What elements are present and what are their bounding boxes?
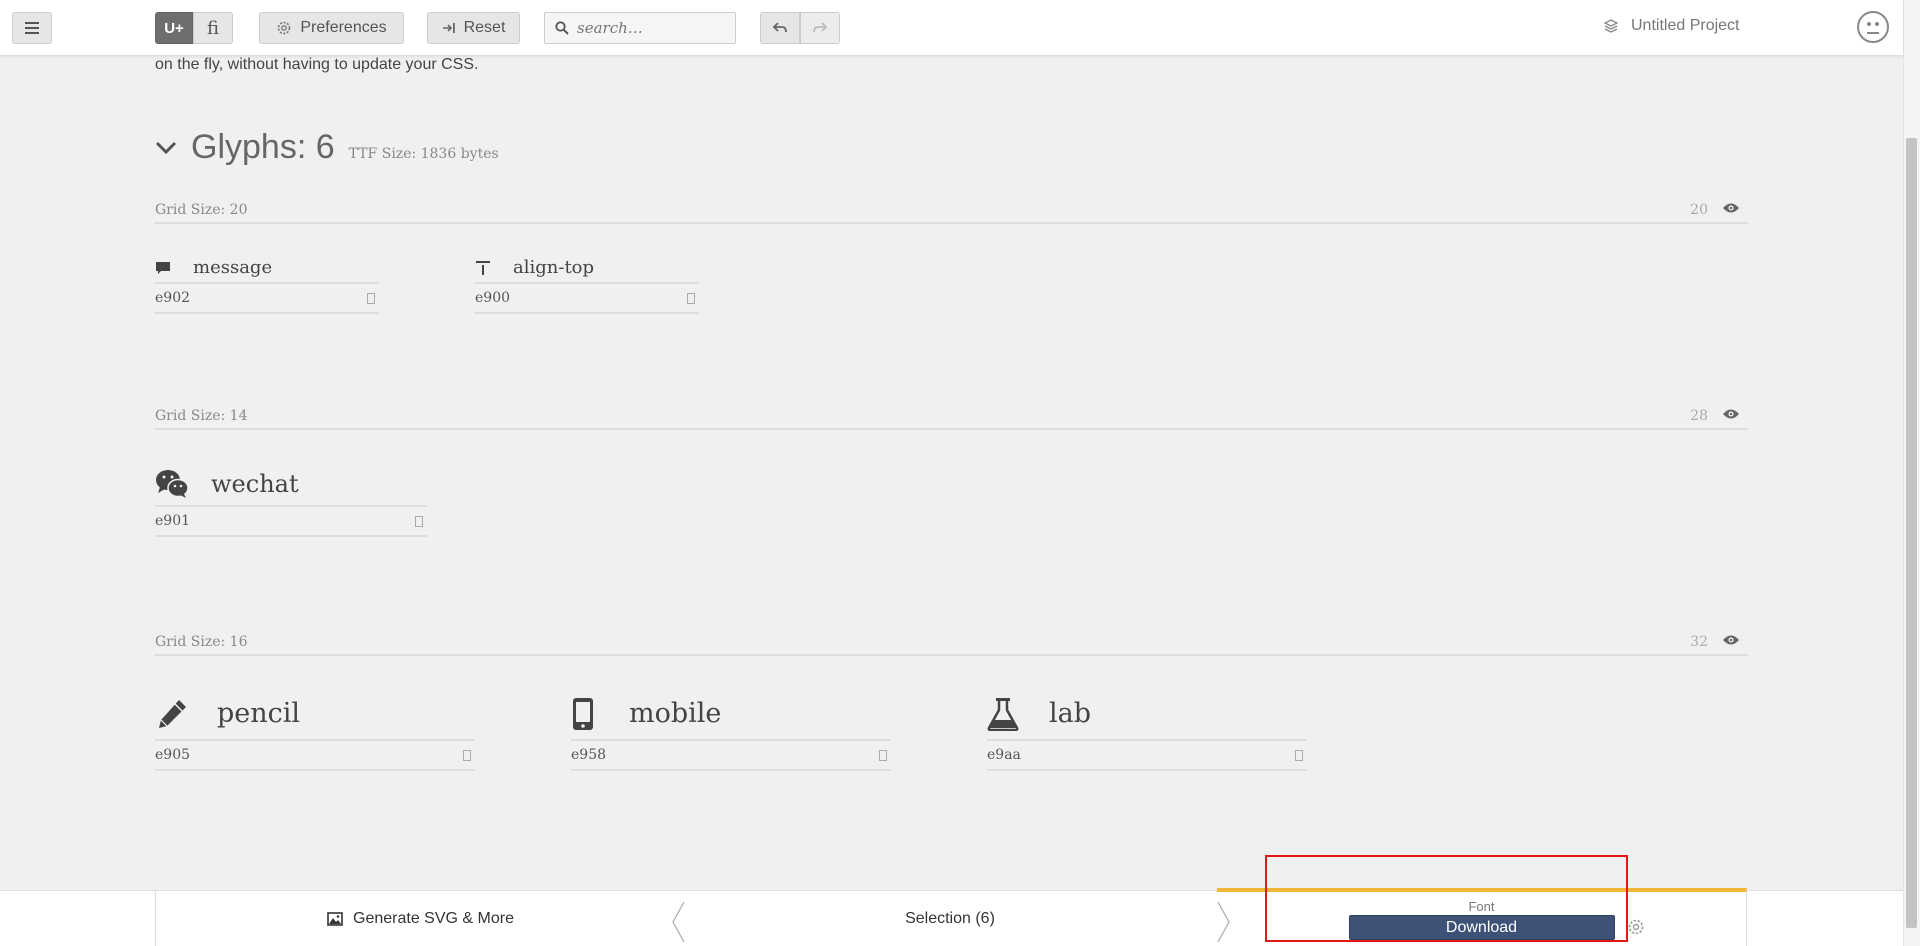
glyph-code[interactable]: e905 bbox=[155, 741, 475, 771]
eye-icon[interactable] bbox=[1722, 408, 1740, 420]
glyph-item[interactable]: pencil e905 bbox=[155, 688, 475, 771]
glyph-code[interactable]: e902 bbox=[155, 284, 379, 314]
eye-icon[interactable] bbox=[1722, 634, 1740, 646]
glyph-item[interactable]: mobile e958 bbox=[571, 688, 891, 771]
user-avatar-icon[interactable] bbox=[1857, 11, 1889, 43]
ligature-mode-button[interactable]: fi bbox=[193, 12, 233, 44]
mobile-icon bbox=[573, 697, 593, 730]
redo-icon bbox=[813, 22, 827, 33]
gear-icon bbox=[278, 21, 291, 35]
glyph-preview-box bbox=[1295, 749, 1303, 761]
glyph-code[interactable]: e958 bbox=[571, 741, 891, 771]
image-icon bbox=[327, 912, 343, 926]
hamburger-icon bbox=[25, 22, 39, 34]
grid-size-label: Grid Size: 14 bbox=[155, 408, 248, 424]
glyph-name: mobile bbox=[629, 698, 722, 729]
glyphs-section-header: Glyphs: 6 TTF Size: 1836 bytes bbox=[155, 128, 499, 167]
generate-svg-button[interactable]: Generate SVG & More bbox=[155, 891, 685, 946]
redo-button[interactable] bbox=[800, 12, 840, 44]
message-icon bbox=[156, 261, 170, 274]
search-icon bbox=[555, 21, 569, 35]
grid-size-row: Grid Size: 16 32 bbox=[155, 630, 1748, 656]
glyph-code-value: e958 bbox=[571, 747, 607, 763]
grid-size-value: 32 bbox=[1690, 634, 1708, 650]
glyph-preview-box bbox=[415, 515, 423, 527]
preferences-label: Preferences bbox=[300, 19, 387, 36]
unicode-mode-button[interactable]: U+ bbox=[155, 12, 193, 44]
lab-icon bbox=[987, 697, 1019, 731]
download-button[interactable]: Download bbox=[1348, 915, 1615, 940]
selection-button[interactable]: Selection (6) bbox=[680, 891, 1220, 946]
search-input[interactable] bbox=[577, 19, 727, 37]
preferences-button[interactable]: Preferences bbox=[259, 12, 404, 44]
grid-size-row: Grid Size: 20 20 bbox=[155, 198, 1748, 224]
glyph-code[interactable]: e9aa bbox=[987, 741, 1307, 771]
glyph-name: pencil bbox=[217, 698, 301, 729]
pencil-icon bbox=[159, 699, 186, 728]
project-name: Untitled Project bbox=[1631, 17, 1740, 34]
grid-size-label: Grid Size: 16 bbox=[155, 634, 248, 650]
glyph-item[interactable]: align-top e900 bbox=[475, 253, 699, 314]
glyph-item[interactable]: message e902 bbox=[155, 253, 379, 314]
glyph-preview-box bbox=[367, 292, 375, 304]
grid-size-label: Grid Size: 20 bbox=[155, 202, 248, 218]
selection-label: Selection (6) bbox=[905, 910, 995, 927]
bottom-bar: Generate SVG & More Selection (6) Font D… bbox=[0, 888, 1903, 946]
undo-button[interactable] bbox=[760, 12, 800, 44]
font-settings-gear-icon[interactable] bbox=[1627, 918, 1645, 936]
reset-icon bbox=[442, 23, 455, 33]
glyph-code-value: e901 bbox=[155, 513, 191, 529]
glyph-code-value: e905 bbox=[155, 747, 191, 763]
glyph-code-value: e9aa bbox=[987, 747, 1021, 763]
glyph-item[interactable]: lab e9aa bbox=[987, 688, 1307, 771]
grid-size-value: 28 bbox=[1690, 408, 1708, 424]
glyph-code-value: e902 bbox=[155, 290, 191, 306]
glyph-preview-box bbox=[687, 292, 695, 304]
glyph-code[interactable]: e900 bbox=[475, 284, 699, 314]
glyph-code-value: e900 bbox=[475, 290, 511, 306]
menu-button[interactable] bbox=[12, 12, 52, 44]
glyph-name: message bbox=[193, 257, 273, 278]
chevron-down-icon[interactable] bbox=[155, 141, 177, 155]
glyph-preview-box bbox=[463, 749, 471, 761]
font-tab[interactable]: Font Download bbox=[1217, 888, 1747, 946]
glyph-code[interactable]: e901 bbox=[155, 507, 427, 537]
wechat-icon bbox=[156, 469, 189, 498]
glyph-name: wechat bbox=[211, 469, 299, 498]
undo-icon bbox=[773, 22, 787, 33]
eye-icon[interactable] bbox=[1722, 202, 1740, 214]
align-top-icon bbox=[476, 260, 490, 275]
intro-text: on the fly, without having to update you… bbox=[155, 56, 479, 73]
grid-size-value: 20 bbox=[1690, 202, 1708, 218]
glyph-preview-box bbox=[879, 749, 887, 761]
glyphs-title: Glyphs: 6 bbox=[191, 128, 335, 166]
glyph-item[interactable]: wechat e901 bbox=[155, 462, 427, 537]
search-box bbox=[544, 12, 736, 44]
scrollbar-thumb[interactable] bbox=[1906, 138, 1917, 928]
grid-size-row: Grid Size: 14 28 bbox=[155, 404, 1748, 430]
ttf-size: TTF Size: 1836 bytes bbox=[348, 146, 499, 162]
reset-label: Reset bbox=[463, 19, 506, 36]
glyph-name: lab bbox=[1049, 698, 1092, 729]
reset-button[interactable]: Reset bbox=[427, 12, 520, 44]
generate-label: Generate SVG & More bbox=[353, 910, 514, 927]
top-toolbar: U+ fi Preferences Reset Untitled Project bbox=[0, 0, 1903, 56]
glyph-name: align-top bbox=[513, 257, 595, 278]
font-label: Font bbox=[1468, 899, 1495, 914]
project-menu[interactable]: Untitled Project bbox=[1603, 17, 1740, 35]
layers-icon bbox=[1603, 19, 1619, 33]
